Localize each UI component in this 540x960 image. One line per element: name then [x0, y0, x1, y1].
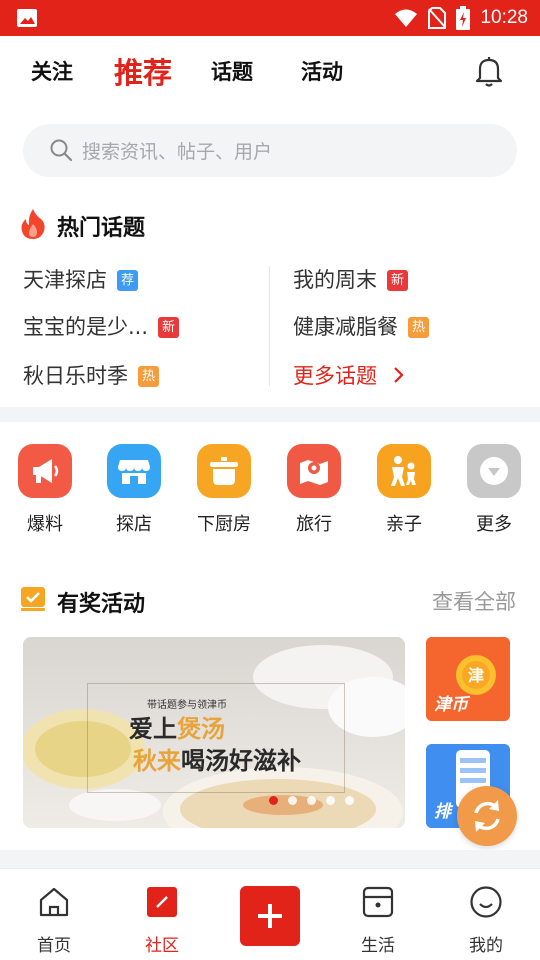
category-label: 更多 — [476, 514, 512, 535]
section-divider — [0, 407, 540, 422]
view-all-link[interactable]: 查看全部 — [432, 586, 516, 616]
topic-name: 天津探店 — [23, 268, 107, 292]
topic-name: 宝宝的是少... — [23, 315, 149, 339]
family-icon — [377, 444, 431, 498]
refresh-button[interactable] — [457, 786, 517, 846]
chevron-right-icon — [393, 367, 404, 383]
topic-item[interactable]: 健康减脂餐热 — [293, 312, 429, 342]
more-topics-link[interactable]: 更多话题 — [293, 361, 406, 391]
home-icon — [39, 887, 69, 917]
topic-item[interactable]: 秋日乐时季热 — [23, 361, 159, 391]
top-nav: 关注 推荐 话题 活动 — [0, 36, 540, 110]
svg-text:津: 津 — [468, 666, 484, 685]
community-icon — [147, 887, 177, 917]
topic-name: 秋日乐时季 — [23, 364, 128, 388]
banner-headline: 爱上煲汤 — [129, 714, 225, 743]
activity-card-coins[interactable]: 津 津币 — [426, 637, 510, 721]
card-label: 津币 — [434, 695, 468, 715]
category-item[interactable]: 爆料 — [10, 444, 80, 536]
card-label: 排 — [434, 802, 451, 822]
nav-label: 社区 — [145, 936, 179, 956]
nav-label: 我的 — [469, 936, 503, 956]
activities-title: 有奖活动 — [57, 592, 146, 617]
tab-recommend[interactable]: 推荐 — [114, 50, 172, 92]
category-label: 探店 — [116, 514, 152, 535]
topic-badge: 新 — [158, 317, 180, 338]
category-label: 爆料 — [27, 514, 63, 535]
topic-badge: 荐 — [117, 270, 138, 291]
more-topics-label: 更多话题 — [293, 364, 377, 388]
search-placeholder: 搜索资讯、帖子、用户 — [82, 141, 273, 163]
pot-icon — [197, 444, 251, 498]
carousel-dots — [269, 796, 354, 805]
sim-off-icon — [428, 7, 447, 29]
carousel-dot[interactable] — [269, 796, 278, 805]
carousel-dot[interactable] — [288, 796, 297, 805]
tab-activities[interactable]: 活动 — [301, 56, 343, 86]
category-item[interactable]: 探店 — [99, 444, 169, 536]
box-icon — [362, 886, 394, 918]
topic-name: 我的周末 — [293, 268, 377, 292]
bell-icon[interactable] — [472, 54, 506, 88]
status-bar: 10:28 — [0, 0, 540, 36]
nav-label: 生活 — [361, 936, 395, 956]
section-divider — [0, 850, 540, 868]
image-icon — [17, 9, 37, 27]
topic-badge: 热 — [408, 317, 429, 338]
topic-item[interactable]: 宝宝的是少... 新 — [23, 312, 180, 342]
carousel-dot[interactable] — [307, 796, 316, 805]
ticket-icon — [21, 587, 45, 611]
shop-icon — [107, 444, 161, 498]
battery-icon — [456, 6, 471, 30]
bottom-nav: 首页 社区 生活 我的 — [0, 868, 540, 960]
map-icon — [287, 444, 341, 498]
post-button[interactable] — [240, 886, 300, 946]
category-item[interactable]: 下厨房 — [189, 444, 259, 536]
nav-home[interactable]: 首页 — [14, 885, 94, 956]
topic-item[interactable]: 天津探店荐 — [23, 265, 138, 295]
nav-label: 首页 — [37, 936, 71, 956]
plus-icon — [258, 904, 282, 928]
category-label: 旅行 — [296, 514, 332, 535]
activity-banner[interactable]: 带话题参与领津币 爱上煲汤 秋来喝汤好滋补 — [23, 637, 405, 828]
category-item[interactable]: 旅行 — [279, 444, 349, 536]
tab-follow[interactable]: 关注 — [31, 56, 73, 86]
search-icon — [50, 139, 73, 162]
topic-badge: 热 — [138, 366, 159, 387]
banner-subheadline: 秋来喝汤好滋补 — [133, 746, 301, 775]
search-input[interactable]: 搜索资讯、帖子、用户 — [23, 124, 517, 177]
category-label: 亲子 — [386, 514, 422, 535]
clock: 10:28 — [480, 7, 528, 28]
topic-divider — [269, 266, 270, 386]
carousel-dot[interactable] — [326, 796, 335, 805]
hot-topics-title: 热门话题 — [57, 216, 146, 241]
category-item[interactable]: 更多 — [459, 444, 529, 536]
megaphone-icon — [18, 444, 72, 498]
category-label: 下厨房 — [197, 514, 251, 535]
activities-header: 有奖活动 查看全部 — [20, 582, 520, 618]
wifi-icon — [395, 9, 418, 27]
flame-icon — [21, 209, 45, 239]
category-grid: 爆料 探店 下厨房 旅行 亲子 更多 — [0, 422, 540, 542]
refresh-icon — [474, 800, 500, 832]
carousel-dot[interactable] — [345, 796, 354, 805]
topic-badge: 新 — [387, 270, 408, 291]
topic-name: 健康减脂餐 — [293, 315, 398, 339]
smile-icon — [470, 886, 502, 918]
nav-community[interactable]: 社区 — [122, 885, 202, 956]
nav-life[interactable]: 生活 — [338, 885, 418, 956]
chevron-down-icon — [467, 444, 521, 498]
topic-item[interactable]: 我的周末新 — [293, 265, 408, 295]
nav-mine[interactable]: 我的 — [446, 885, 526, 956]
category-item[interactable]: 亲子 — [369, 444, 439, 536]
tab-topics[interactable]: 话题 — [211, 56, 253, 86]
